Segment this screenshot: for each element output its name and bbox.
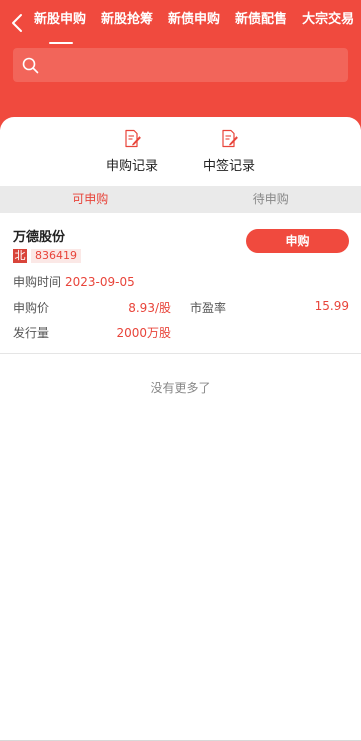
pe-ratio-value: 15.99 bbox=[314, 299, 349, 313]
screen: 新股申购 新股抢筹 新债申购 新债配售 大宗交易 申购记录 中签记录 可申购 待… bbox=[0, 0, 361, 741]
record-doc-icon bbox=[222, 129, 238, 148]
content-card: 申购记录 中签记录 可申购 待申购 万德股份 北 836419 申购 申购时间 … bbox=[0, 117, 361, 741]
tab-block-trade[interactable]: 大宗交易 bbox=[302, 0, 354, 44]
tab-new-bond-allotment[interactable]: 新债配售 bbox=[235, 0, 287, 44]
subscribe-records-label: 申购记录 bbox=[105, 159, 158, 174]
chevron-left-icon bbox=[12, 14, 22, 32]
subscribe-price-label: 申购价 bbox=[13, 301, 50, 315]
issue-volume-row: 发行量 2000万股 bbox=[13, 324, 171, 341]
subscribe-price-value: 8.93/股 bbox=[128, 301, 171, 315]
search-input[interactable] bbox=[47, 48, 337, 82]
winning-records-button[interactable]: 中签记录 bbox=[194, 127, 264, 187]
subscribe-button[interactable]: 申购 bbox=[246, 229, 349, 253]
back-button[interactable] bbox=[6, 10, 28, 36]
search-icon bbox=[22, 57, 39, 74]
top-tabs: 新股申购 新股抢筹 新债申购 新债配售 大宗交易 bbox=[34, 0, 361, 44]
pe-ratio-row: 市盈率 15.99 bbox=[190, 299, 349, 316]
issue-volume-label: 发行量 bbox=[13, 326, 50, 340]
tab-pending[interactable]: 待申购 bbox=[181, 186, 361, 213]
no-more-text: 没有更多了 bbox=[150, 381, 211, 395]
subscribe-date-value: 2023-09-05 bbox=[65, 275, 135, 289]
tab-new-stock-grab[interactable]: 新股抢筹 bbox=[101, 0, 153, 44]
list-item: 万德股份 北 836419 申购 申购时间 2023-09-05 申购价 8.93… bbox=[0, 213, 361, 354]
records-row: 申购记录 中签记录 bbox=[0, 127, 361, 187]
record-doc-icon bbox=[125, 129, 141, 148]
subscribe-date-row: 申购时间 2023-09-05 bbox=[13, 273, 135, 290]
issue-volume-value: 2000万股 bbox=[116, 326, 171, 340]
stock-code: 836419 bbox=[31, 249, 81, 263]
stock-name: 万德股份 bbox=[13, 230, 66, 245]
subscribe-status-tabs: 可申购 待申购 bbox=[0, 186, 361, 213]
winning-records-label: 中签记录 bbox=[202, 159, 255, 174]
pe-ratio-label: 市盈率 bbox=[190, 301, 227, 315]
search-bar[interactable] bbox=[13, 48, 348, 82]
subscribe-records-button[interactable]: 申购记录 bbox=[97, 127, 167, 187]
subscribe-date-label: 申购时间 bbox=[13, 275, 62, 289]
market-badge: 北 bbox=[13, 249, 27, 263]
tab-available[interactable]: 可申购 bbox=[0, 186, 181, 213]
header: 新股申购 新股抢筹 新债申购 新债配售 大宗交易 bbox=[0, 0, 361, 130]
tab-new-stock-subscribe[interactable]: 新股申购 bbox=[34, 0, 86, 44]
tab-new-bond-subscribe[interactable]: 新债申购 bbox=[168, 0, 220, 44]
subscribe-price-row: 申购价 8.93/股 bbox=[13, 299, 171, 316]
